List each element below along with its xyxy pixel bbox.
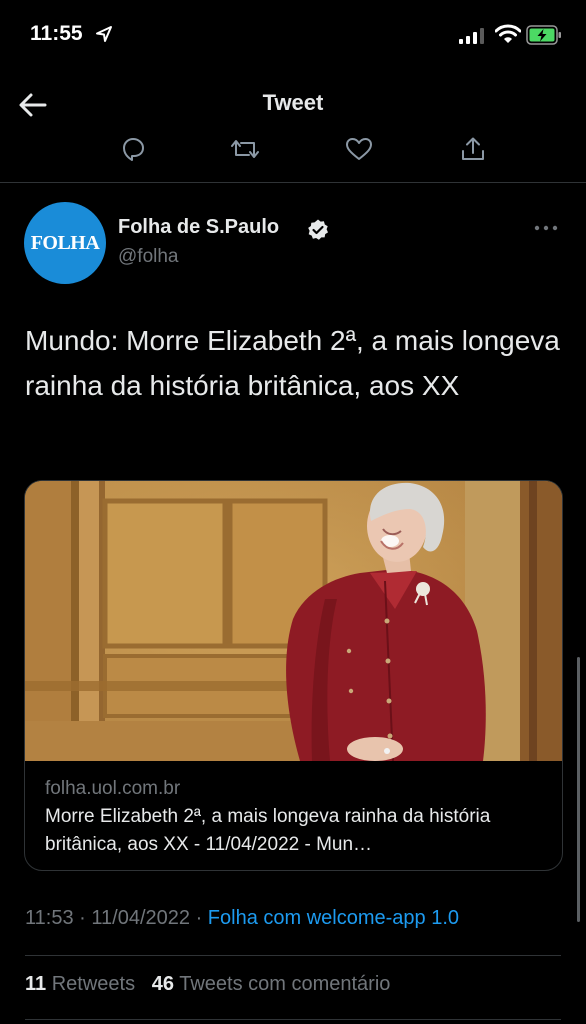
more-options-icon[interactable] — [532, 218, 560, 238]
stats-divider — [25, 955, 561, 956]
tweet-text: Mundo: Morre Elizabeth 2ª, a mais longev… — [25, 325, 560, 401]
share-icon[interactable] — [458, 136, 488, 162]
retweets-label: Retweets — [51, 973, 136, 995]
status-time: 11:55 — [30, 22, 83, 45]
author-handle[interactable]: @folha — [118, 246, 179, 268]
tweet-metadata: 11:53 · 11/04/2022 · Folha com welcome-a… — [25, 907, 459, 930]
status-bar: 11:55 — [0, 0, 586, 70]
card-title: Morre Elizabeth 2ª, a mais longeva rainh… — [45, 806, 491, 855]
header-divider — [0, 182, 586, 183]
wifi-icon — [495, 24, 521, 43]
avatar[interactable]: FOLHA — [24, 202, 106, 284]
tweet-source-link[interactable]: Folha com welcome-app 1.0 — [208, 907, 459, 929]
link-preview-card[interactable]: folha.uol.com.br Morre Elizabeth 2ª, a m… — [24, 480, 563, 871]
separator-dot: · — [195, 907, 203, 929]
author-display-name[interactable]: Folha de S.Paulo — [118, 216, 279, 239]
bottom-divider — [25, 1019, 561, 1020]
separator-dot: · — [79, 907, 86, 929]
card-domain: folha.uol.com.br — [45, 778, 181, 799]
navigation-bar: Tweet — [0, 70, 586, 180]
reply-icon[interactable] — [118, 136, 148, 162]
tweet-stats: 11 Retweets 46 Tweets com comentário — [25, 973, 390, 996]
tweet-time: 11:53 — [25, 907, 74, 929]
like-icon[interactable] — [344, 136, 374, 162]
page-title: Tweet — [262, 90, 324, 115]
location-arrow-icon — [96, 26, 112, 42]
retweet-icon[interactable] — [230, 136, 260, 162]
cellular-signal-icon — [459, 28, 484, 44]
quote-tweets-stat[interactable]: 46 Tweets com comentário — [152, 973, 391, 995]
verified-badge-icon — [308, 219, 328, 240]
scrollbar-thumb[interactable] — [577, 657, 580, 922]
quote-tweets-label: Tweets com comentário — [179, 973, 391, 995]
quote-tweets-count: 46 — [151, 973, 175, 995]
tweet-date: 11/04/2022 — [91, 907, 190, 929]
card-image — [25, 481, 562, 761]
retweets-stat[interactable]: 11 Retweets — [25, 973, 135, 995]
battery-charging-icon — [526, 25, 561, 45]
card-photo — [25, 481, 562, 761]
retweets-count: 11 — [25, 973, 47, 995]
avatar-logo-text: FOLHA — [30, 232, 100, 254]
